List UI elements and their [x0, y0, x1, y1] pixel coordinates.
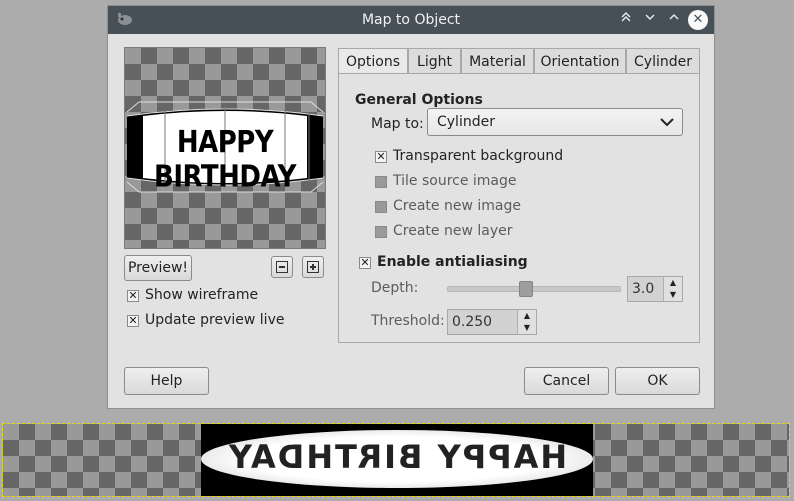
create-new-image-label: Create new image	[393, 198, 521, 214]
tile-source-image-label: Tile source image	[393, 173, 517, 189]
map-to-select[interactable]: Cylinder	[427, 108, 683, 136]
map-to-value: Cylinder	[437, 114, 495, 130]
title-bar[interactable]: Map to Object ✕	[108, 6, 714, 34]
map-to-object-dialog: Map to Object ✕ HAPPY BIRTHDAY Preview!	[107, 5, 715, 409]
enable-antialiasing-label: Enable antialiasing	[377, 254, 528, 270]
show-wireframe-label: Show wireframe	[145, 287, 259, 303]
rendered-banner-layer: HAPPY BIRTHDAY	[201, 424, 593, 496]
tab-cylinder[interactable]: Cylinder	[626, 48, 700, 74]
create-new-image-checkbox[interactable]	[375, 201, 387, 213]
threshold-label: Threshold:	[371, 313, 445, 329]
zoom-in-button[interactable]	[302, 256, 324, 278]
threshold-value: 0.250	[452, 314, 493, 330]
update-preview-live-label: Update preview live	[145, 312, 285, 328]
tab-options[interactable]: Options	[338, 48, 408, 75]
image-canvas[interactable]: HAPPY BIRTHDAY	[2, 423, 790, 497]
transparent-background-label: Transparent background	[393, 148, 564, 164]
tab-orientation[interactable]: Orientation	[534, 48, 626, 74]
tab-material[interactable]: Material	[461, 48, 534, 74]
maximize-icon[interactable]	[664, 10, 684, 30]
update-preview-live-checkbox[interactable]: ✕	[127, 315, 139, 327]
options-panel: General Options Map to: Cylinder ✕ Trans…	[338, 73, 700, 343]
enable-antialiasing-checkbox[interactable]: ✕	[359, 257, 371, 269]
depth-label: Depth:	[371, 280, 419, 296]
chevron-down-icon	[660, 118, 674, 127]
cancel-button[interactable]: Cancel	[524, 367, 609, 395]
zoom-out-button[interactable]	[271, 256, 293, 278]
banner-text: HAPPY BIRTHDAY	[226, 438, 568, 476]
tab-light[interactable]: Light	[408, 48, 461, 74]
zoom-in-icon	[307, 261, 319, 273]
close-icon[interactable]: ✕	[688, 10, 708, 30]
depth-slider[interactable]	[447, 286, 621, 292]
depth-slider-handle[interactable]	[519, 281, 533, 297]
general-options-heading: General Options	[355, 92, 483, 108]
show-wireframe-checkbox[interactable]: ✕	[127, 290, 139, 302]
minimize-icon[interactable]	[640, 10, 660, 30]
preview-button[interactable]: Preview!	[124, 255, 192, 281]
tile-source-image-checkbox[interactable]	[375, 176, 387, 188]
map-to-label: Map to:	[371, 116, 424, 132]
ok-button[interactable]: OK	[615, 367, 700, 395]
create-new-layer-checkbox[interactable]	[375, 226, 387, 238]
depth-spin-arrows[interactable]: ▲ ▼	[663, 277, 682, 301]
help-button[interactable]: Help	[124, 367, 209, 395]
depth-spinbox[interactable]: 3.0 ▲ ▼	[627, 276, 683, 302]
threshold-spin-arrows[interactable]: ▲ ▼	[517, 310, 536, 334]
create-new-layer-label: Create new layer	[393, 223, 513, 239]
keep-above-icon[interactable]	[616, 10, 636, 30]
preview-text: HAPPY BIRTHDAY	[154, 125, 296, 195]
transparent-background-checkbox[interactable]: ✕	[375, 151, 387, 163]
zoom-out-icon	[276, 261, 288, 273]
depth-value: 3.0	[632, 281, 655, 297]
preview-canvas: HAPPY BIRTHDAY	[124, 47, 326, 249]
threshold-spinbox[interactable]: 0.250 ▲ ▼	[447, 309, 537, 335]
